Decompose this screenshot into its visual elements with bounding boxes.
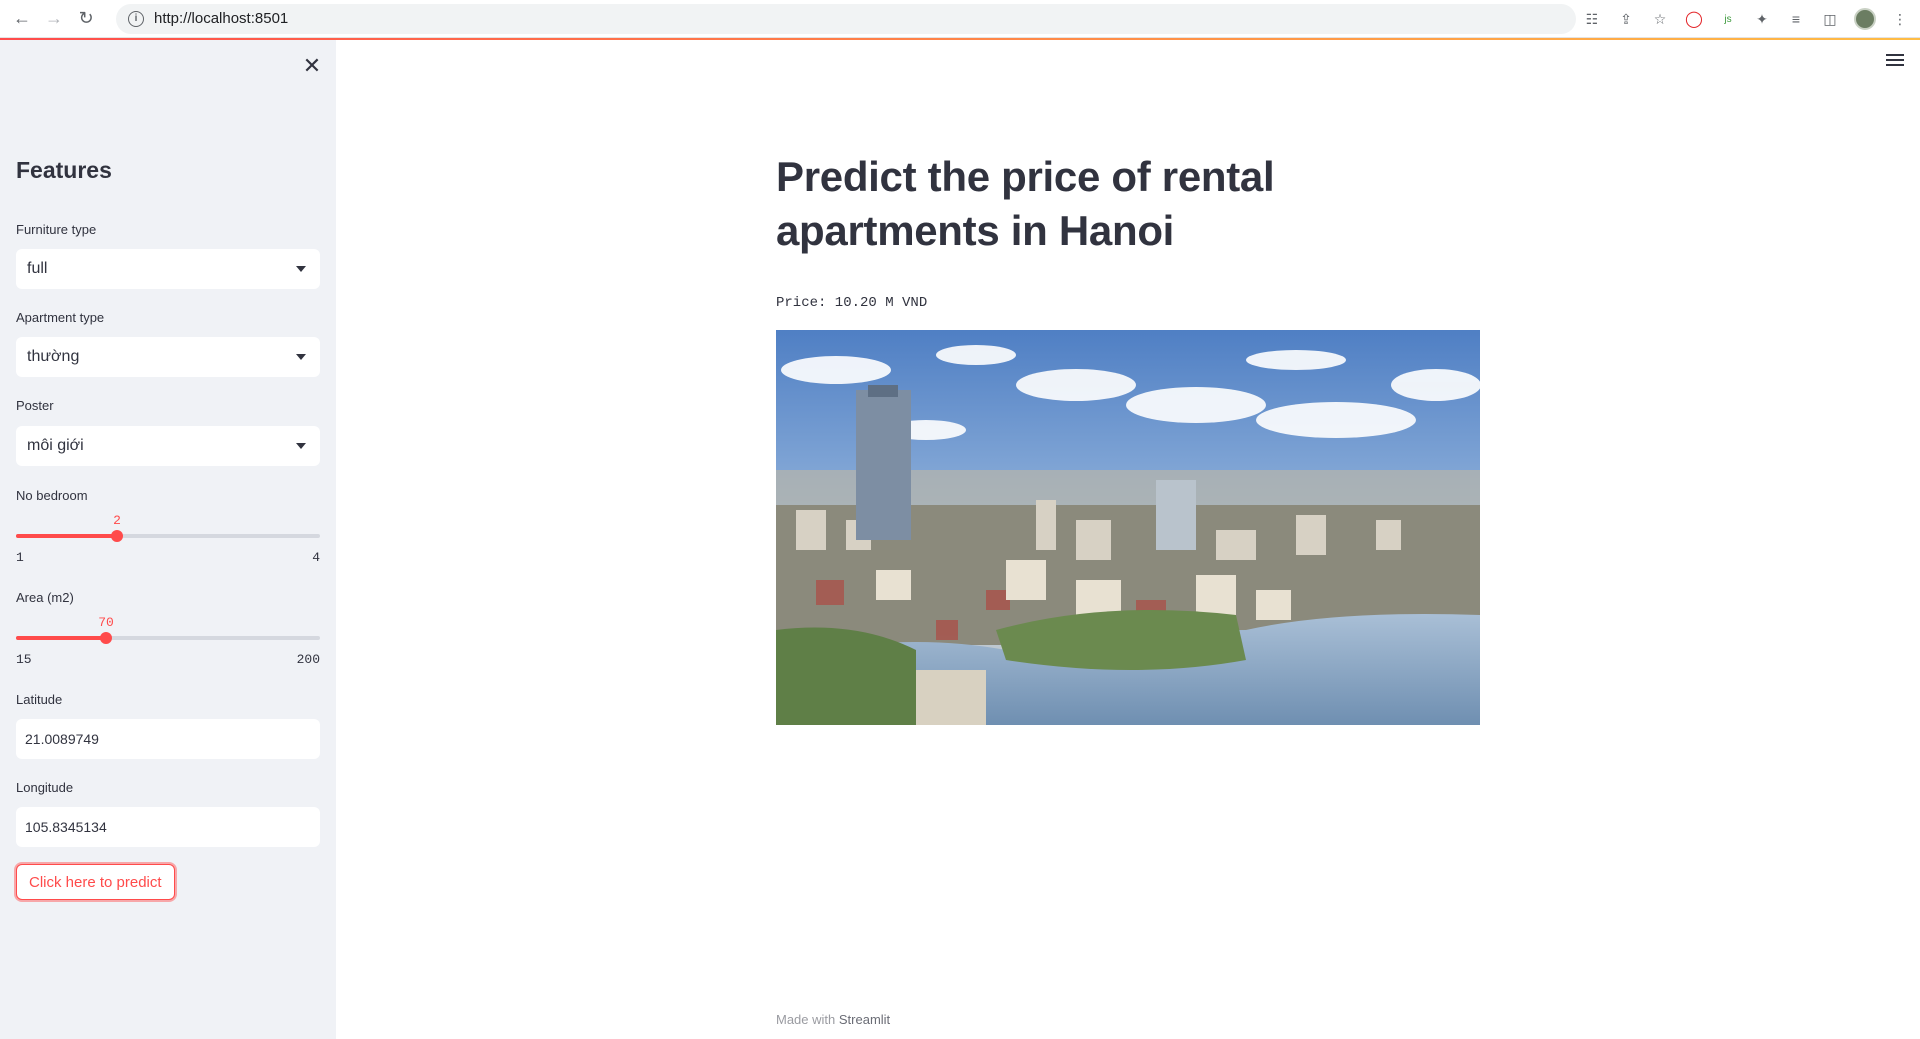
furniture-type-value: full — [27, 260, 48, 277]
share-icon[interactable]: ⇪ — [1616, 9, 1636, 29]
poster-label: Poster — [16, 398, 54, 413]
longitude-input[interactable]: 105.8345134 — [16, 807, 320, 847]
bedroom-min: 1 — [16, 550, 24, 565]
slider-fill — [16, 534, 117, 538]
site-info-icon[interactable]: i — [128, 10, 144, 27]
reading-list-icon[interactable]: ≡ — [1786, 9, 1806, 29]
slider-thumb[interactable] — [100, 632, 112, 644]
poster-value: môi giới — [27, 437, 84, 454]
furniture-type-label: Furniture type — [16, 222, 97, 237]
extensions-puzzle-icon[interactable]: ✦ — [1752, 9, 1772, 29]
chevron-down-icon — [296, 266, 306, 272]
address-bar[interactable]: i http://localhost:8501 — [116, 3, 1576, 34]
streamlit-link[interactable]: Streamlit — [839, 1012, 890, 1027]
area-max: 200 — [296, 652, 320, 667]
latitude-label: Latitude — [16, 692, 63, 707]
chevron-down-icon — [296, 354, 306, 360]
poster-select[interactable]: môi giới — [16, 426, 320, 466]
opera-extension-icon[interactable]: ◯ — [1684, 9, 1704, 29]
apartment-type-value: thường — [27, 348, 80, 365]
sidebar: ✕ Features Furniture type full Apartment… — [0, 40, 336, 1039]
reload-icon[interactable]: ↻ — [70, 3, 102, 35]
area-label: Area (m2) — [16, 590, 74, 605]
translate-icon[interactable]: ☷ — [1582, 9, 1602, 29]
footer: Made with Streamlit — [776, 1012, 890, 1027]
browser-toolbar: ← → ↻ i http://localhost:8501 ☷ ⇪ ☆ ◯ js… — [0, 0, 1920, 38]
longitude-label: Longitude — [16, 780, 74, 795]
js-extension-icon[interactable]: js — [1718, 9, 1738, 29]
back-icon[interactable]: ← — [6, 3, 38, 35]
area-slider[interactable]: 70 — [16, 612, 320, 652]
profile-avatar[interactable] — [1854, 8, 1876, 30]
bookmark-star-icon[interactable]: ☆ — [1650, 9, 1670, 29]
slider-thumb[interactable] — [111, 530, 123, 542]
side-panel-icon[interactable]: ◫ — [1820, 9, 1840, 29]
price-output: Price: 10.20 M VND — [776, 295, 928, 311]
forward-icon[interactable]: → — [38, 3, 70, 35]
bedroom-slider[interactable]: 2 — [16, 510, 320, 550]
close-icon[interactable]: ✕ — [300, 54, 324, 78]
apartment-type-select[interactable]: thường — [16, 337, 320, 377]
apartment-type-label: Apartment type — [16, 310, 105, 325]
sidebar-title: Features — [16, 157, 112, 183]
predict-button[interactable]: Click here to predict — [16, 864, 175, 900]
bedroom-max: 4 — [312, 550, 320, 565]
latitude-input[interactable]: 21.0089749 — [16, 719, 320, 759]
more-menu-icon[interactable]: ⋮ — [1890, 9, 1910, 29]
slider-fill — [16, 636, 106, 640]
chevron-down-icon — [296, 443, 306, 449]
page-title: Predict the price of rental apartments i… — [776, 153, 1275, 254]
hamburger-menu-icon[interactable] — [1886, 54, 1904, 68]
slider-value: 70 — [98, 615, 114, 630]
bedroom-label: No bedroom — [16, 488, 88, 503]
area-min: 15 — [16, 652, 32, 667]
footer-prefix: Made with — [776, 1012, 836, 1027]
slider-value: 2 — [113, 513, 121, 528]
furniture-type-select[interactable]: full — [16, 249, 320, 289]
hanoi-cityscape-image — [776, 330, 1480, 725]
url-text: http://localhost:8501 — [154, 10, 289, 27]
